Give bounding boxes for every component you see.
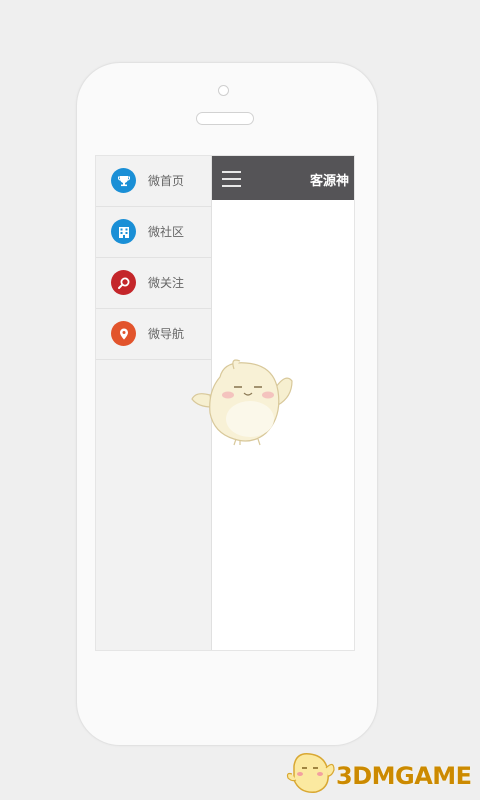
menu-item-navigation[interactable]: 微导航 — [96, 309, 211, 360]
top-bar-title: 客源神 — [310, 174, 350, 189]
mascot-illustration — [191, 359, 293, 446]
building-icon — [111, 219, 136, 244]
location-pin-icon — [111, 321, 136, 346]
menu-label-community: 微社区 — [148, 225, 185, 239]
watermark-mascot-icon — [286, 753, 335, 793]
search-icon — [111, 270, 136, 295]
trophy-icon — [111, 168, 136, 193]
front-camera — [218, 85, 229, 96]
menu-item-follow[interactable]: 微关注 — [96, 258, 211, 309]
menu-label-home: 微首页 — [148, 174, 185, 188]
menu-item-home[interactable]: 微首页 — [96, 156, 211, 207]
menu-label-follow: 微关注 — [148, 276, 185, 290]
top-bar: 客源神 — [212, 156, 354, 200]
hamburger-menu-icon[interactable] — [222, 169, 241, 188]
watermark-text: 3DMGAME — [336, 762, 472, 790]
earpiece-speaker — [196, 112, 254, 125]
menu-item-community[interactable]: 微社区 — [96, 207, 211, 258]
watermark-logo: 3DMGAME — [286, 748, 476, 798]
menu-label-navigation: 微导航 — [148, 327, 185, 341]
